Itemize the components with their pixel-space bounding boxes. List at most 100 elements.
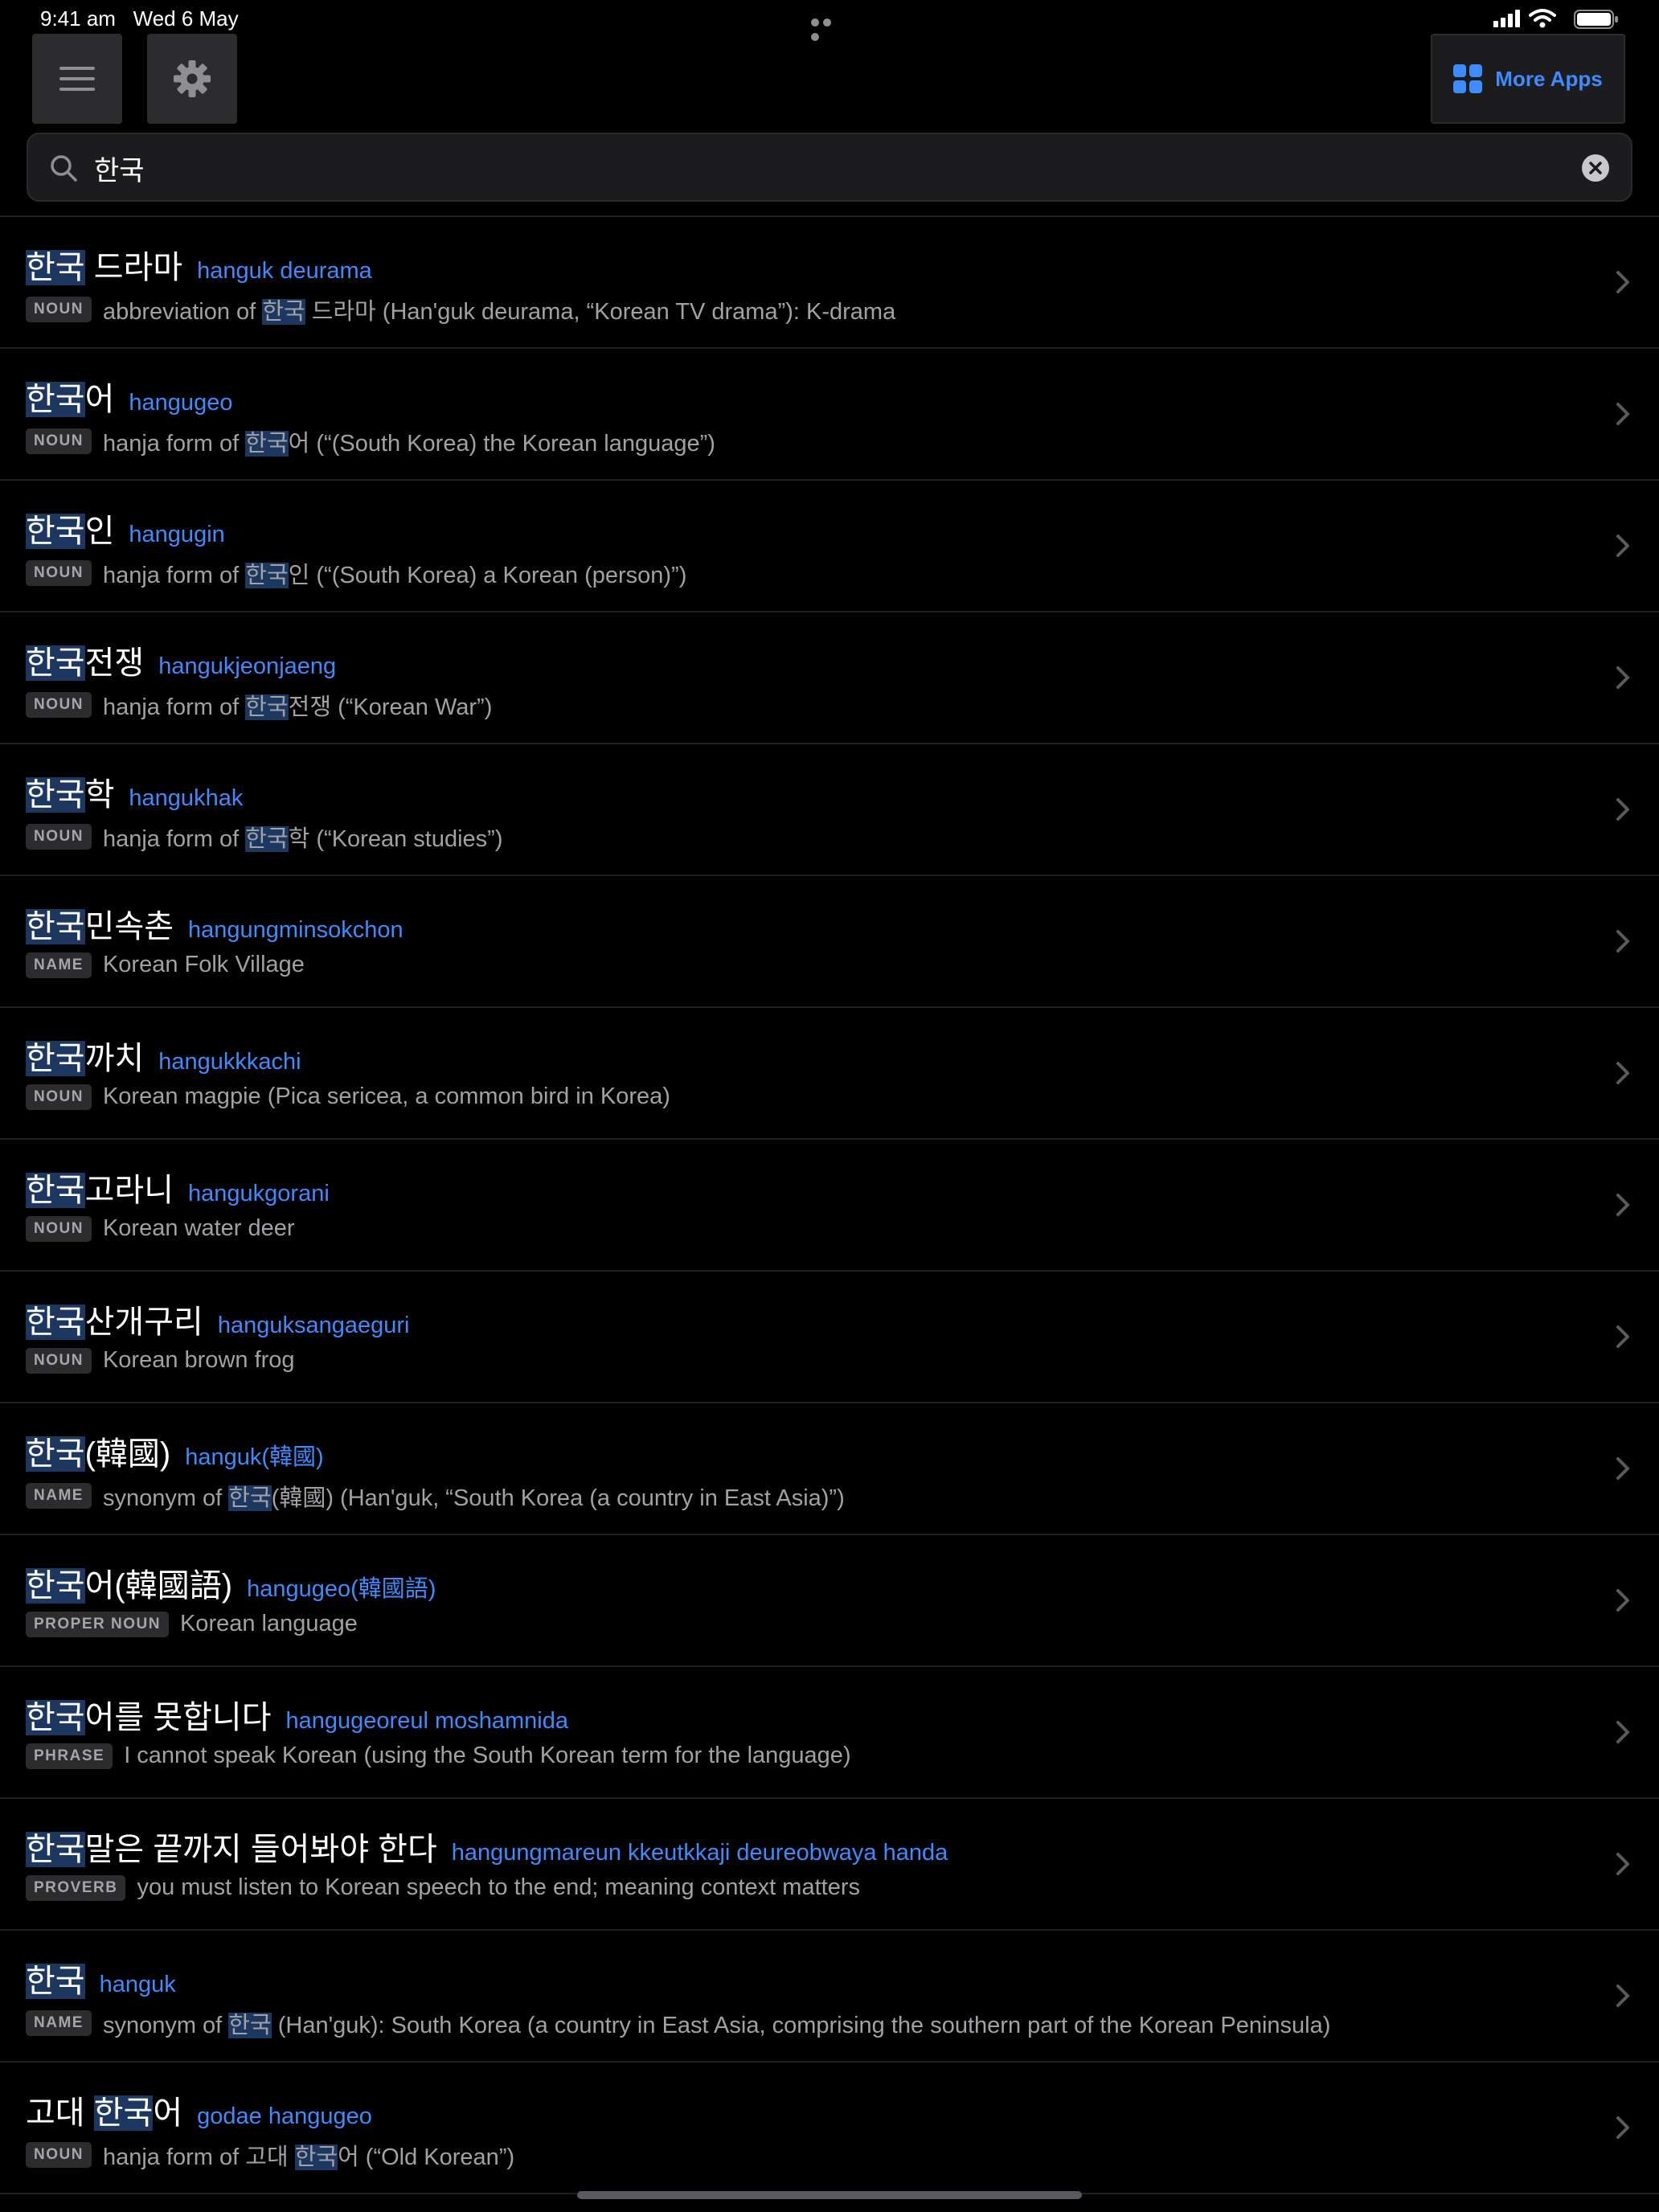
headword-match-highlight: 한국 [26, 1832, 85, 1867]
headword-match-highlight: 한국 [26, 645, 85, 681]
definition-line: PHRASE I cannot speak Korean (using the S… [26, 1743, 851, 1769]
chevron-right-icon [1616, 1985, 1629, 2007]
definition-text: hanja form of [102, 563, 246, 588]
list-item[interactable]: 한국 hanguk NAME synonym of 한국 (Han'guk): Sou… [0, 1931, 1659, 2062]
list-item[interactable]: 한국민속촌 hangungminsokchon NAME Korean Folk Vi… [0, 876, 1659, 1008]
search-input[interactable] [92, 142, 1559, 194]
cellular-signal-icon [1493, 10, 1520, 27]
definition-line: NOUN Korean brown frog [26, 1347, 295, 1374]
definition: Korean Folk Village [103, 952, 305, 978]
headword-match-highlight: 한국 [26, 1041, 85, 1076]
headword: 한국민속촌 [26, 909, 174, 944]
headword-match-highlight: 한국 [26, 514, 85, 549]
headword-match-highlight: 한국 [26, 1700, 85, 1735]
headword-suffix: 산개구리 [84, 1305, 203, 1340]
list-item[interactable]: 한국말은 끝까지 들어봐야 한다 hangungmareun kkeutkkaji… [0, 1799, 1659, 1931]
part-of-speech-badge: NOUN [26, 1083, 92, 1110]
definition: hanja form of 한국전쟁 (“Korean War”) [103, 688, 492, 722]
chevron-right-icon [1616, 930, 1629, 952]
headword-suffix: 민속촌 [84, 909, 174, 944]
multitasking-dots-icon[interactable] [811, 16, 846, 41]
wifi-icon [1529, 9, 1556, 28]
status-time-date: 9:41 am Wed 6 May [40, 6, 239, 31]
headword-suffix: 어를 못합니다 [84, 1700, 272, 1735]
term-line: 한국민속촌 hangungminsokchon [26, 900, 403, 947]
romanization: hangukkkachi [158, 1049, 301, 1075]
part-of-speech-badge: NAME [26, 952, 92, 978]
definition-match-highlight: 한국 [245, 694, 289, 720]
definition: synonym of 한국 (Han'guk): South Korea (a … [103, 2006, 1330, 2040]
headword-suffix: 인 [84, 514, 115, 549]
headword-match-highlight: 한국 [26, 777, 85, 813]
chevron-right-icon [1616, 1589, 1629, 1612]
more-apps-button[interactable]: More Apps [1431, 34, 1625, 124]
list-item[interactable]: 한국(韓國) hanguk(韓國) NAME synonym of 한국(韓國) (H… [0, 1403, 1659, 1535]
apps-grid-icon [1453, 64, 1483, 93]
headword: 한국학 [26, 777, 114, 813]
definition-match-highlight: 한국 [228, 2013, 272, 2038]
menu-button[interactable] [32, 34, 122, 124]
headword: 고대 한국어 [26, 2095, 182, 2131]
list-item[interactable]: 한국어 hangugeo NOUN hanja form of 한국어 (“(Sout… [0, 349, 1659, 481]
clear-icon[interactable] [1581, 154, 1610, 182]
definition-match-highlight: 한국 [245, 431, 289, 457]
term-line: 한국산개구리 hanguksangaeguri [26, 1296, 409, 1342]
headword: 한국어 [26, 382, 114, 417]
list-item[interactable]: 한국전쟁 hangukjeonjaeng NOUN hanja form of 한국전… [0, 612, 1659, 744]
definition-text: hanja form of [102, 694, 246, 720]
definition-text-rest: 인 (“(South Korea) a Korean (person)”) [288, 563, 687, 588]
definition-text: hanja form of [102, 431, 246, 457]
term-line: 한국 hanguk [26, 1955, 176, 2001]
part-of-speech-badge: NOUN [26, 297, 92, 322]
settings-button[interactable] [147, 34, 237, 124]
list-item[interactable]: 한국인 hangugin NOUN hanja form of 한국인 (“(Sout… [0, 481, 1659, 612]
definition-text-rest: 어 (“Old Korean”) [338, 2144, 515, 2170]
chevron-right-icon [1616, 666, 1629, 689]
results-list: 한국 드라마 hanguk deurama NOUN abbreviation of … [0, 217, 1659, 2194]
status-bar: 9:41 am Wed 6 May [0, 0, 1659, 41]
list-item[interactable]: 한국어를 못합니다 hangugeoreul moshamnida PHRASE I … [0, 1667, 1659, 1799]
list-item[interactable]: 한국 드라마 hanguk deurama NOUN abbreviation of … [0, 217, 1659, 349]
chevron-right-icon [1616, 1721, 1629, 1743]
term-line: 한국어 hangugeo [26, 373, 232, 420]
definition-match-highlight: 한국 [245, 826, 289, 852]
list-item[interactable]: 한국고라니 hangukgorani NOUN Korean water deer [0, 1140, 1659, 1272]
headword-match-highlight: 한국 [26, 909, 85, 944]
chevron-right-icon [1616, 403, 1629, 425]
list-item[interactable]: 고대 한국어 godae hangugeo NOUN hanja form of 고대… [0, 2062, 1659, 2194]
romanization: hangugeo [129, 390, 233, 416]
definition-line: NOUN hanja form of 한국전쟁 (“Korean War”) [26, 688, 492, 722]
home-indicator[interactable] [577, 2191, 1082, 2199]
definition: hanja form of 한국학 (“Korean studies”) [103, 820, 502, 854]
definition-text: hanja form of 고대 [102, 2144, 295, 2170]
romanization: hanguksangaeguri [217, 1313, 410, 1338]
headword: 한국전쟁 [26, 645, 144, 681]
definition-text-rest: (韓國) (Han'guk, “South Korea (a country i… [271, 1485, 845, 1511]
definition-match-highlight: 한국 [245, 563, 289, 588]
romanization: hanguk deurama [197, 258, 372, 284]
list-item[interactable]: 한국산개구리 hanguksangaeguri NOUN Korean brown f… [0, 1272, 1659, 1403]
term-line: 한국까치 hangukkkachi [26, 1032, 301, 1079]
headword-suffix: (韓國) [84, 1436, 171, 1472]
term-line: 한국어를 못합니다 hangugeoreul moshamnida [26, 1691, 568, 1738]
headword: 한국인 [26, 514, 114, 549]
headword-match-highlight: 한국 [26, 1305, 85, 1340]
headword-prefix: 고대 [26, 2095, 94, 2131]
search-bar[interactable] [27, 133, 1632, 202]
headword-match-highlight: 한국 [93, 2095, 154, 2131]
gear-icon [174, 60, 211, 97]
headword-match-highlight: 한국 [26, 250, 85, 285]
definition-line: NOUN Korean water deer [26, 1215, 295, 1242]
definition-line: PROPER NOUN Korean language [26, 1611, 358, 1637]
headword-suffix: 어 [84, 382, 115, 417]
definition-text-rest: 전쟁 (“Korean War”) [288, 694, 493, 720]
chevron-right-icon [1616, 1457, 1629, 1480]
definition-text: Korean magpie (Pica sericea, a common bi… [102, 1083, 670, 1109]
list-item[interactable]: 한국까치 hangukkkachi NOUN Korean magpie (Pica … [0, 1008, 1659, 1140]
list-item[interactable]: 한국어(韓國語) hangugeo(韓國語) PROPER NOUN Korean l… [0, 1535, 1659, 1667]
list-item[interactable]: 한국학 hangukhak NOUN hanja form of 한국학 (“Kore… [0, 744, 1659, 876]
term-line: 한국(韓國) hanguk(韓國) [26, 1428, 324, 1474]
part-of-speech-badge: NAME [26, 1483, 92, 1509]
definition-text: you must listen to Korean speech to the … [137, 1874, 860, 1900]
part-of-speech-badge: NOUN [26, 560, 92, 586]
